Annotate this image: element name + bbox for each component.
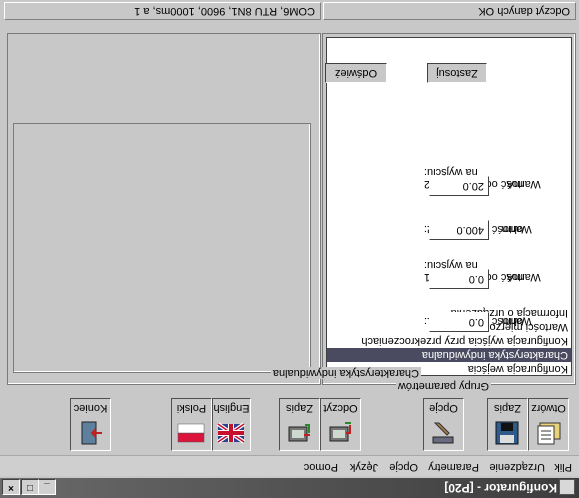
- status-connection: COM6, RTU 8N1, 9600, 1000ms, a 1: [4, 2, 321, 20]
- application-window: Konfigurator - [P20] _ □ × Plik Urządzen…: [0, 0, 579, 498]
- y1-unit: mA: [506, 271, 524, 283]
- english-button[interactable]: English: [212, 398, 251, 451]
- apply-button[interactable]: Zastosuj: [427, 63, 487, 83]
- menu-help[interactable]: Pomoc: [301, 461, 341, 473]
- save-file-button[interactable]: Zapis: [487, 398, 528, 451]
- uk-flag-icon: [217, 422, 246, 444]
- save-file-label: Zapis: [494, 402, 521, 414]
- list-item[interactable]: Konfiguracja wyjścia przy przekroczeniac…: [327, 334, 571, 348]
- floppy-disk-icon: [496, 421, 519, 445]
- toolbar: Otwórz Zapis Opcje Odczyt Zapis English …: [0, 395, 579, 455]
- menu-device[interactable]: Urządzenie: [486, 461, 548, 473]
- polish-label: Polski: [176, 402, 207, 414]
- minimize-button[interactable]: _: [38, 479, 56, 495]
- title-bar[interactable]: Konfigurator - [P20] _ □ ×: [0, 478, 579, 498]
- exit-label: Koniec: [73, 402, 108, 414]
- english-label: English: [213, 402, 250, 414]
- read-button[interactable]: Odczyt: [320, 398, 361, 451]
- x2-field[interactable]: 400.0: [429, 220, 489, 240]
- open-label: Otwórz: [531, 402, 566, 414]
- write-device-icon: [289, 424, 311, 442]
- read-label: Odczyt: [323, 402, 358, 414]
- write-button[interactable]: Zapis: [279, 398, 320, 451]
- maximize-button[interactable]: □: [21, 479, 39, 495]
- status-bar: Odczyt danych OK COM6, RTU 8N1, 9600, 10…: [0, 0, 579, 22]
- y2-unit: mA: [506, 178, 524, 190]
- menu-bar: Plik Urządzenie Parametry Opcje Język Po…: [0, 455, 579, 476]
- characteristic-group-frame: [13, 123, 311, 373]
- menu-language[interactable]: Język: [347, 461, 381, 473]
- close-button[interactable]: ×: [2, 479, 20, 495]
- options-tool-icon: [433, 422, 454, 444]
- refresh-button[interactable]: Odśwież: [325, 63, 387, 83]
- menu-file[interactable]: Plik: [551, 461, 575, 473]
- menu-options[interactable]: Opcje: [386, 461, 421, 473]
- y1-field[interactable]: 0.0: [429, 269, 489, 289]
- exit-button[interactable]: Koniec: [70, 398, 111, 451]
- exit-door-icon: [82, 421, 103, 445]
- poland-flag-icon: [178, 423, 205, 443]
- options-button[interactable]: Opcje: [423, 398, 464, 451]
- x2-unit: ohm: [501, 223, 523, 235]
- app-icon: [559, 479, 575, 495]
- write-label: Zapis: [286, 402, 313, 414]
- x1-field[interactable]: 0.0: [429, 312, 489, 332]
- menu-parameters[interactable]: Parametry: [425, 461, 482, 473]
- x1-unit: ohm: [501, 315, 523, 327]
- open-button[interactable]: Otwórz: [528, 398, 569, 451]
- open-folder-icon: [538, 422, 561, 445]
- characteristic-group-label: Charakterystyka indywidualna: [270, 367, 421, 379]
- options-label: Opcje: [429, 402, 458, 414]
- parameter-groups-label: Grupy parametrów: [395, 380, 491, 392]
- list-item-selected[interactable]: Charakterystyka indywidualna: [327, 348, 571, 362]
- window-title: Konfigurator - [P20]: [444, 481, 557, 495]
- y2-field[interactable]: 20.0: [429, 176, 489, 196]
- status-message: Odczyt danych OK: [323, 2, 576, 20]
- read-device-icon: [330, 422, 352, 442]
- polish-button[interactable]: Polski: [171, 398, 212, 451]
